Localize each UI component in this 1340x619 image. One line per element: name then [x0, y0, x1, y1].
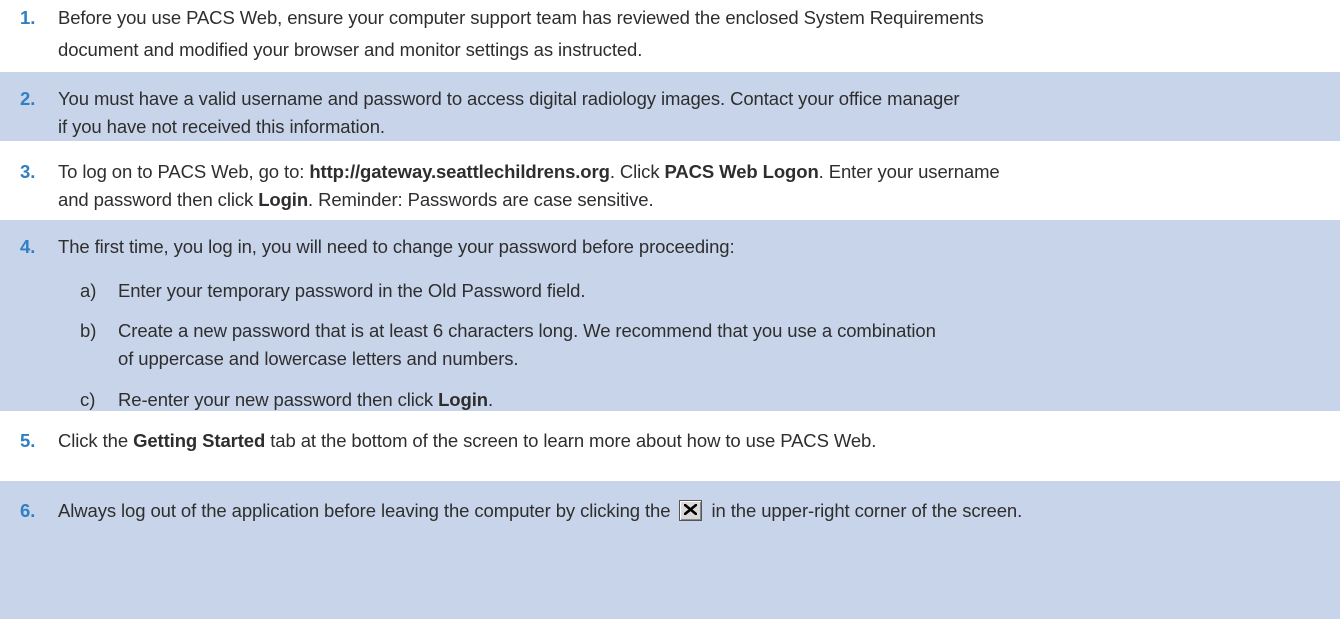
bold-text: http://gateway.seattlechildrens.org	[309, 161, 610, 182]
step-text-line: Before you use PACS Web, ensure your com…	[58, 6, 984, 30]
bold-text: Login	[438, 389, 488, 410]
step-text-line: Always log out of the application before…	[58, 499, 1022, 523]
text-run: Before you use PACS Web, ensure your com…	[58, 7, 984, 28]
step-number: 3.	[20, 161, 36, 182]
step-1: 1. Before you use PACS Web, ensure your c…	[0, 0, 1340, 72]
text-run: in the upper-right corner of the screen.	[706, 500, 1023, 521]
substep-text-line: Enter your temporary password in the Old…	[118, 279, 585, 303]
text-run: You must have a valid username and passw…	[58, 88, 960, 109]
text-run: .	[487, 389, 493, 410]
substep-text-line: of uppercase and lowercase letters and n…	[118, 347, 519, 371]
text-run: of uppercase and lowercase letters and n…	[118, 348, 519, 369]
bold-text: PACS Web Logon	[664, 161, 819, 182]
text-run: . Enter your username	[818, 161, 1000, 182]
step-text-line: and password then click Login. Reminder:…	[58, 188, 654, 212]
text-run: The first time, you log in, you will nee…	[58, 236, 735, 257]
step-number: 6.	[20, 500, 36, 521]
text-run: Re-enter your new password then click	[118, 389, 439, 410]
text-run: Create a new password that is at least 6…	[118, 320, 936, 341]
substep-marker: a)	[80, 280, 97, 301]
substep-marker: b)	[80, 320, 97, 341]
text-run: Click the	[58, 430, 134, 451]
step-2: 2. You must have a valid username and pas…	[0, 72, 1340, 141]
step-5: 5. Click the Getting Started tab at the b…	[0, 411, 1340, 481]
text-run: document and modified your browser and m…	[58, 39, 643, 60]
instruction-steps: 1. Before you use PACS Web, ensure your c…	[0, 0, 1340, 619]
text-run: To log on to PACS Web, go to:	[58, 161, 310, 182]
step-text-line: You must have a valid username and passw…	[58, 87, 960, 111]
text-run: if you have not received this informatio…	[58, 116, 385, 137]
step-text-line: To log on to PACS Web, go to: http://gat…	[58, 160, 1000, 184]
step-3: 3. To log on to PACS Web, go to: http://g…	[0, 141, 1340, 220]
bold-text: Getting Started	[133, 430, 266, 451]
step-4: 4. The first time, you log in, you will n…	[0, 220, 1340, 411]
step-text-line: The first time, you log in, you will nee…	[58, 235, 735, 259]
step-number: 1.	[20, 7, 36, 28]
step-number: 5.	[20, 430, 36, 451]
step-text-line: document and modified your browser and m…	[58, 38, 642, 62]
text-run: and password then click	[58, 189, 259, 210]
text-run: . Reminder: Passwords are case sensitive…	[308, 189, 654, 210]
step-6: 6. Always log out of the application befo…	[0, 481, 1340, 619]
step-text-line: Click the Getting Started tab at the bot…	[58, 429, 876, 453]
text-run: Enter your temporary password in the Old…	[118, 280, 586, 301]
close-icon	[679, 500, 703, 521]
step-number: 4.	[20, 236, 36, 257]
text-run: Always log out of the application before…	[58, 500, 676, 521]
substep-text-line: Re-enter your new password then click Lo…	[118, 388, 493, 412]
step-number: 2.	[20, 88, 36, 109]
substep-marker: c)	[80, 389, 96, 410]
substep-text-line: Create a new password that is at least 6…	[118, 319, 936, 343]
step-text-line: if you have not received this informatio…	[58, 115, 385, 139]
text-run: . Click	[609, 161, 665, 182]
text-run: tab at the bottom of the screen to learn…	[265, 430, 877, 451]
bold-text: Login	[258, 189, 309, 210]
